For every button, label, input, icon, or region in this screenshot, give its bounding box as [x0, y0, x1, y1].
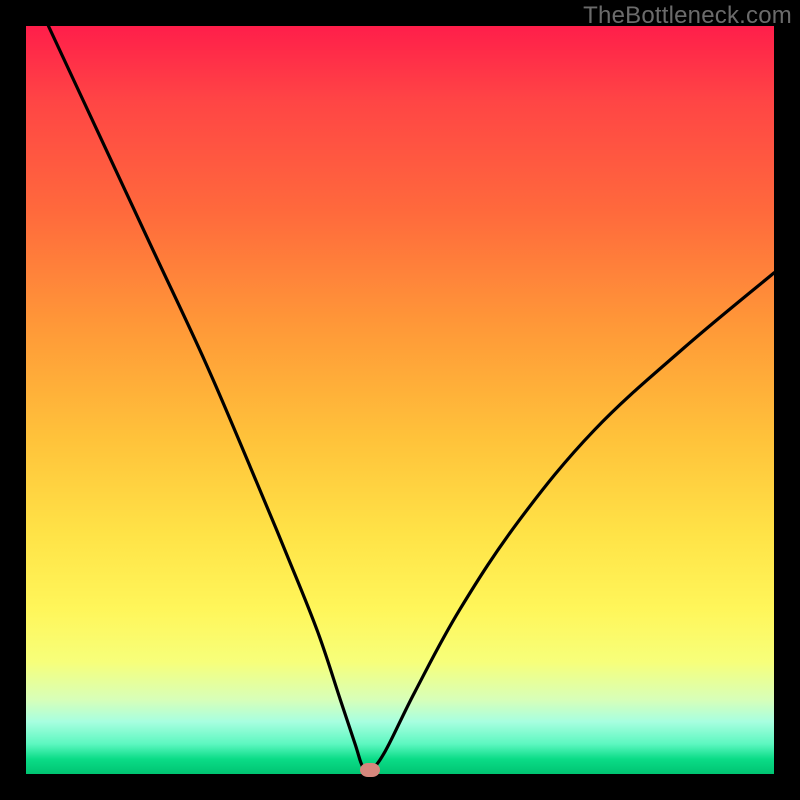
bottleneck-curve	[26, 26, 774, 774]
chart-container: TheBottleneck.com	[0, 0, 800, 800]
min-marker	[360, 763, 380, 777]
plot-area	[26, 26, 774, 774]
